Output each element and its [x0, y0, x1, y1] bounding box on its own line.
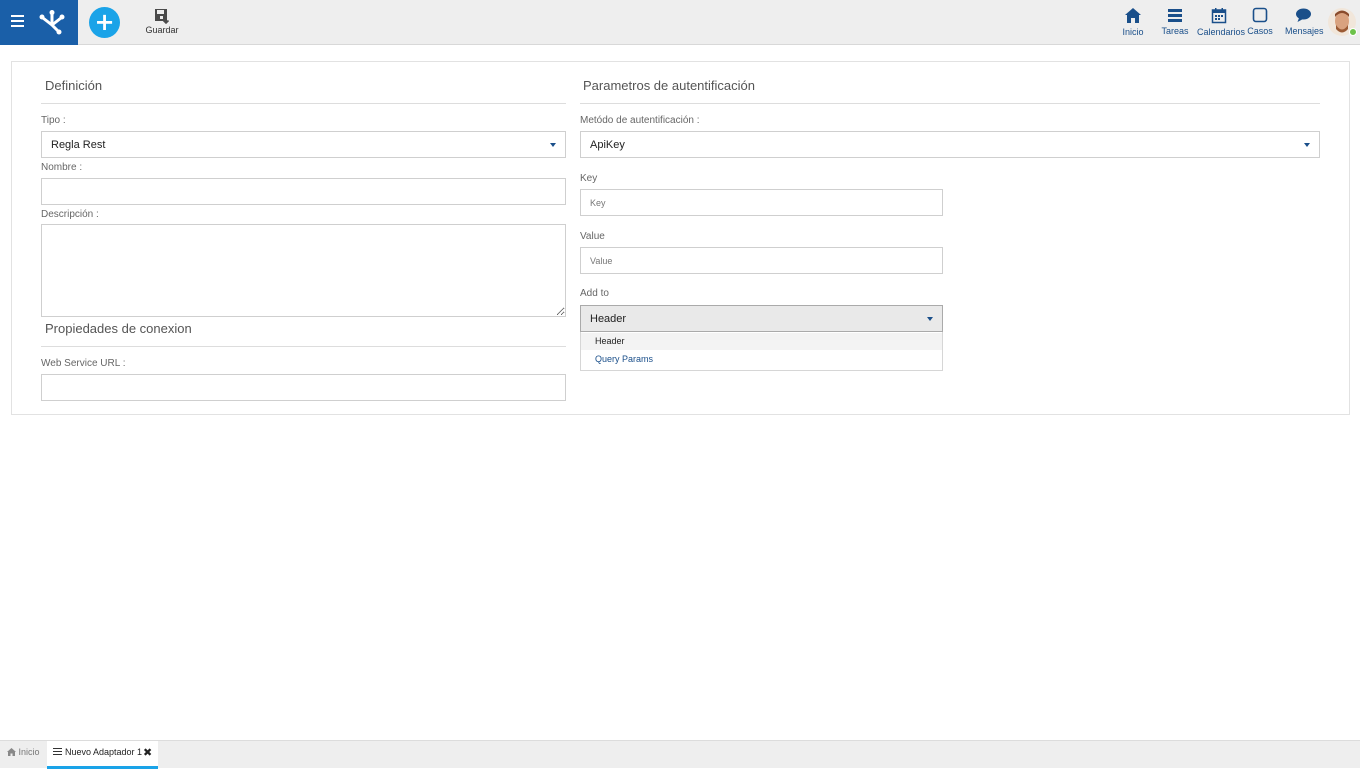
- hamburger-menu-icon[interactable]: [11, 15, 24, 27]
- nav-casos[interactable]: Casos: [1247, 7, 1273, 41]
- section-divider: [41, 346, 566, 347]
- nav-tareas[interactable]: Tareas: [1161, 7, 1189, 41]
- section-definicion-title: Definición: [45, 78, 103, 93]
- metodo-label: Metódo de autentificación :: [580, 115, 700, 126]
- nombre-label: Nombre :: [41, 162, 83, 173]
- web-service-url-label: Web Service URL :: [41, 358, 126, 369]
- tab-nuevo-adaptador-label: Nuevo Adaptador 1: [65, 747, 143, 757]
- descripcion-textarea[interactable]: [41, 224, 566, 317]
- nav-calendarios[interactable]: Calendarios: [1197, 7, 1246, 41]
- save-button-label: Guardar: [145, 25, 179, 35]
- key-label: Key: [580, 173, 598, 184]
- add-to-label: Add to: [580, 288, 609, 299]
- value-input-placeholder: Value: [590, 256, 613, 266]
- metodo-select-value: ApiKey: [590, 139, 625, 151]
- chevron-down-icon: [927, 317, 933, 321]
- add-to-select[interactable]: Header: [580, 305, 943, 332]
- tipo-select-value: Regla Rest: [51, 139, 106, 151]
- section-auth-title: Parametros de autentificación: [583, 78, 755, 93]
- chevron-down-icon: [550, 143, 556, 147]
- web-service-url-input[interactable]: [41, 374, 566, 401]
- descripcion-label: Descripción :: [41, 209, 99, 220]
- key-input[interactable]: Key: [580, 189, 943, 216]
- nav-mensajes[interactable]: Mensajes: [1285, 7, 1324, 41]
- tasks-icon: [1168, 9, 1182, 22]
- section-divider: [580, 103, 1320, 104]
- tab-nuevo-adaptador[interactable]: Nuevo Adaptador 1 ✖: [47, 741, 158, 769]
- nav-casos-label: Casos: [1247, 26, 1273, 36]
- tipo-label: Tipo :: [41, 115, 66, 126]
- key-input-placeholder: Key: [590, 198, 606, 208]
- home-icon: [7, 748, 16, 756]
- value-label: Value: [580, 231, 605, 242]
- section-conexion-title: Propiedades de conexion: [45, 321, 192, 336]
- tipo-select[interactable]: Regla Rest: [41, 131, 566, 158]
- add-button[interactable]: +: [89, 7, 120, 38]
- close-icon[interactable]: ✖: [143, 746, 152, 759]
- messages-icon: [1295, 8, 1311, 22]
- option-header[interactable]: Header: [581, 333, 942, 350]
- nav-calendarios-label: Calendarios: [1197, 27, 1246, 37]
- value-input[interactable]: Value: [580, 247, 943, 274]
- nav-tareas-label: Tareas: [1161, 26, 1189, 36]
- list-icon: [53, 748, 62, 756]
- tab-inicio[interactable]: Inicio: [7, 747, 40, 757]
- cases-icon: [1252, 7, 1268, 23]
- bottom-tab-bar: Inicio Nuevo Adaptador 1 ✖: [0, 740, 1360, 769]
- chevron-down-icon: [1304, 143, 1310, 147]
- online-status-indicator: [1349, 28, 1357, 36]
- calendar-icon: [1211, 8, 1227, 24]
- option-query-params[interactable]: Query Params: [581, 351, 942, 368]
- nav-mensajes-label: Mensajes: [1285, 26, 1324, 36]
- section-divider: [41, 103, 566, 104]
- main-menu-area: [0, 0, 78, 45]
- user-avatar[interactable]: [1328, 6, 1357, 38]
- nombre-input[interactable]: [41, 178, 566, 205]
- home-icon: [1125, 8, 1141, 23]
- save-button[interactable]: Guardar: [144, 8, 180, 38]
- add-to-options-list: Header Query Params: [580, 332, 943, 371]
- save-icon: [155, 9, 170, 24]
- top-toolbar: + Guardar Inicio Tareas Calendarios Caso…: [0, 0, 1360, 45]
- app-logo-icon[interactable]: [38, 9, 66, 35]
- nav-inicio-label: Inicio: [1122, 27, 1144, 37]
- metodo-select[interactable]: ApiKey: [580, 131, 1320, 158]
- add-to-select-value: Header: [590, 313, 627, 325]
- nav-inicio[interactable]: Inicio: [1119, 7, 1147, 41]
- tab-inicio-label: Inicio: [18, 747, 40, 757]
